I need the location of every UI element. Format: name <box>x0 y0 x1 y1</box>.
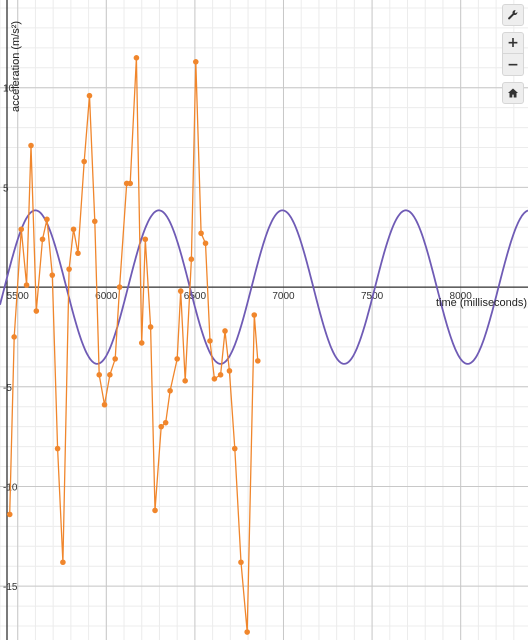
data-point[interactable] <box>33 308 40 314</box>
data-point[interactable] <box>174 356 180 362</box>
data-point[interactable] <box>66 266 72 272</box>
zoom-in-button[interactable]: + <box>502 32 524 54</box>
data-point[interactable] <box>162 419 169 426</box>
zoom-controls: + − <box>502 32 524 76</box>
data-point[interactable] <box>147 324 154 330</box>
data-point[interactable] <box>81 158 87 165</box>
data-point[interactable] <box>231 445 238 452</box>
x-tick-label: 6000 <box>95 291 118 302</box>
data-point[interactable] <box>142 236 149 243</box>
data-point[interactable] <box>244 629 250 635</box>
data-point[interactable] <box>152 507 158 514</box>
data-point[interactable] <box>91 218 98 225</box>
data-point[interactable] <box>6 511 13 518</box>
data-point[interactable] <box>101 401 108 408</box>
zoom-out-button[interactable]: − <box>502 54 524 76</box>
x-axis-label: time (milliseconds) <box>436 297 527 309</box>
data-point[interactable] <box>39 236 46 243</box>
data-point[interactable] <box>75 250 81 257</box>
data-point[interactable] <box>44 216 50 223</box>
data-point[interactable] <box>18 226 25 233</box>
data-point[interactable] <box>217 372 224 378</box>
data-point[interactable] <box>198 230 204 237</box>
y-axis-label: acceleration (m/s²) <box>10 21 22 112</box>
x-tick-label: 6500 <box>184 291 207 302</box>
data-point[interactable] <box>96 372 103 378</box>
data-point[interactable] <box>202 240 209 247</box>
data-point[interactable] <box>177 288 184 294</box>
data-point[interactable] <box>226 368 233 374</box>
data-point[interactable] <box>238 559 244 566</box>
data-point[interactable] <box>188 256 195 262</box>
data-point[interactable] <box>49 272 56 278</box>
wrench-icon <box>508 10 518 20</box>
data-point[interactable] <box>23 282 30 288</box>
data-point[interactable] <box>138 340 145 346</box>
data-point[interactable] <box>254 358 261 364</box>
data-point[interactable] <box>28 142 34 149</box>
data-point[interactable] <box>207 338 213 344</box>
data-point[interactable] <box>211 376 218 382</box>
x-tick-label: 5500 <box>7 291 30 302</box>
data-point[interactable] <box>251 312 258 318</box>
chart-plot[interactable]: 5500 6000 6500 7000 7500 8000105-5-10-15 time… <box>0 0 528 640</box>
series-layer <box>0 55 528 635</box>
data-point[interactable] <box>86 92 93 99</box>
settings-wrench-button[interactable] <box>502 4 524 26</box>
minor-grid <box>0 0 528 640</box>
data-point[interactable] <box>133 55 140 61</box>
data-point[interactable] <box>107 372 113 378</box>
data-point[interactable] <box>167 387 173 394</box>
data-point[interactable] <box>70 226 77 233</box>
data-point[interactable] <box>116 284 123 290</box>
major-grid <box>0 0 528 640</box>
y-tick-label: 5 <box>3 183 9 194</box>
data-point[interactable] <box>158 423 165 430</box>
home-icon <box>508 88 518 98</box>
graph-toolbar: + − <box>502 4 524 104</box>
data-point[interactable] <box>127 180 134 187</box>
data-point[interactable] <box>192 59 199 65</box>
y-tick-label: -15 <box>3 582 18 593</box>
data-point[interactable] <box>182 378 188 384</box>
data-point[interactable] <box>11 334 17 340</box>
data-point[interactable] <box>60 559 66 566</box>
y-tick-label: -5 <box>3 383 12 394</box>
data-point[interactable] <box>222 328 228 334</box>
data-point[interactable] <box>112 356 118 362</box>
axes <box>0 0 528 640</box>
x-tick-label: 7000 <box>272 291 295 302</box>
home-button[interactable] <box>502 82 524 104</box>
data-point[interactable] <box>54 445 61 452</box>
